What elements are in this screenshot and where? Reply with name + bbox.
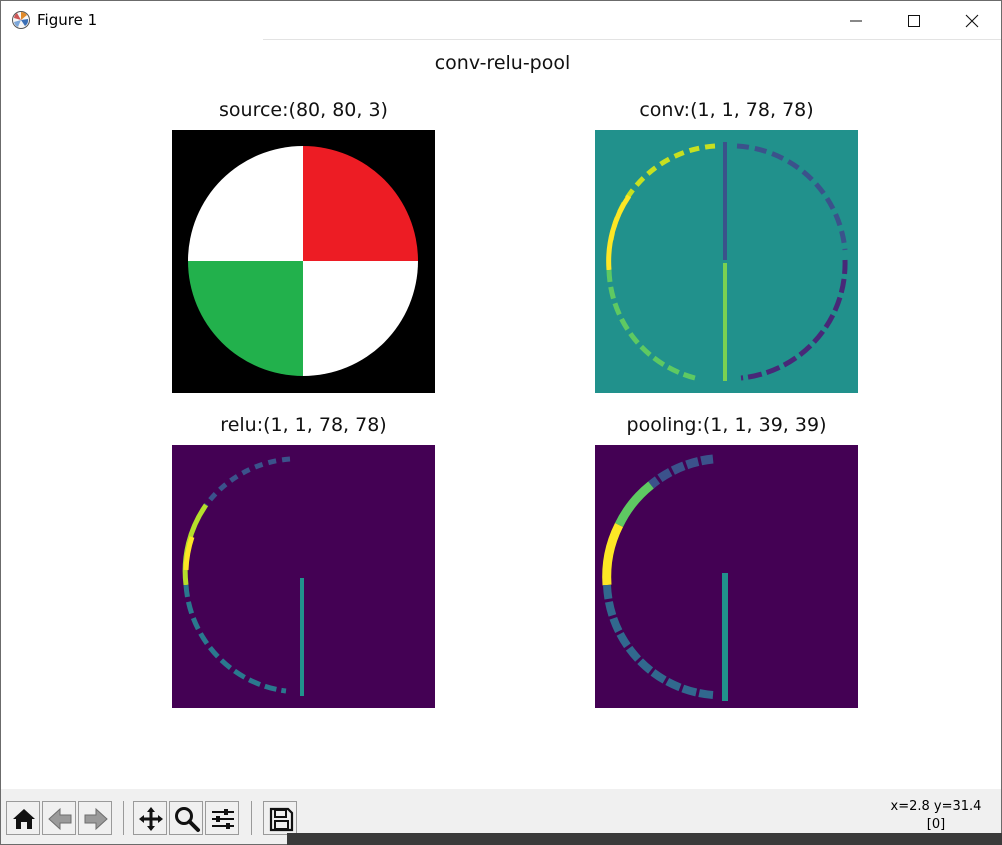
maximize-icon (908, 15, 920, 27)
relu-vertical-bar (300, 578, 304, 696)
pooling-vertical-bar (722, 573, 728, 701)
panel-title-conv: conv:(1, 1, 78, 78) (639, 99, 814, 121)
pixel-value: [0] (926, 817, 946, 832)
cursor-coordinates: x=2.8 y=31.4 (890, 799, 982, 814)
close-button[interactable] (943, 1, 1001, 39)
relu-image (172, 445, 435, 708)
configure-subplots-button[interactable] (205, 801, 239, 835)
pooling-image (595, 445, 858, 708)
figure-window: Figure 1 conv-relu-pool source:(80, 80, … (0, 0, 1002, 845)
toolbar-separator (123, 801, 124, 835)
zoom-button[interactable] (169, 801, 203, 835)
forward-arrow-icon (84, 807, 108, 831)
home-button[interactable] (6, 801, 40, 835)
conv-image (595, 130, 858, 393)
toolbar-separator (251, 801, 252, 835)
panel-title-source: source:(80, 80, 3) (219, 99, 388, 121)
source-image (172, 130, 435, 393)
matplotlib-logo-icon (12, 11, 30, 29)
title-bar[interactable]: Figure 1 (1, 1, 1001, 39)
pan-button[interactable] (133, 801, 167, 835)
minimize-button[interactable] (827, 1, 885, 39)
save-button[interactable] (263, 801, 297, 835)
panel-title-relu: relu:(1, 1, 78, 78) (220, 414, 387, 436)
forward-button[interactable] (78, 801, 112, 835)
figure-canvas[interactable]: conv-relu-pool source:(80, 80, 3) conv:(… (1, 40, 1001, 789)
home-icon (13, 809, 35, 829)
save-icon (269, 807, 294, 832)
close-icon (965, 14, 979, 28)
conv-vertical-top (723, 142, 727, 260)
zoom-icon (175, 807, 200, 832)
back-button[interactable] (42, 801, 76, 835)
back-arrow-icon (48, 807, 72, 831)
panel-title-pooling: pooling:(1, 1, 39, 39) (626, 414, 827, 436)
figure-suptitle: conv-relu-pool (434, 52, 571, 74)
window-title: Figure 1 (37, 11, 98, 29)
configure-subplots-icon (212, 809, 234, 829)
taskbar-strip (287, 833, 1002, 845)
pan-icon (139, 807, 163, 831)
conv-vertical-bottom (723, 263, 727, 381)
maximize-button[interactable] (885, 1, 943, 39)
minimize-icon (850, 20, 862, 22)
cursor-readout: x=2.8 y=31.4 [0] (871, 798, 1001, 834)
